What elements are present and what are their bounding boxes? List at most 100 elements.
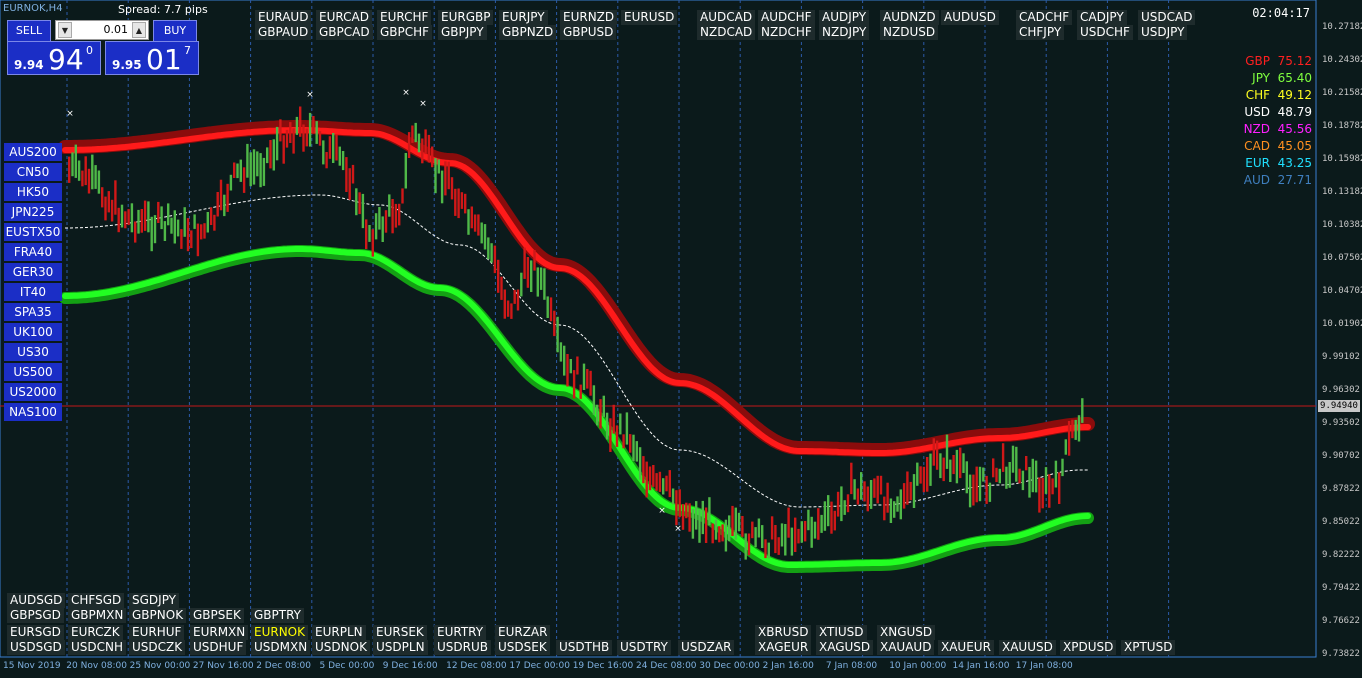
symbol-button-eurtry[interactable]: EURTRY	[434, 625, 487, 640]
price-bar	[176, 219, 180, 237]
price-chart[interactable]: × × × × × ×	[0, 0, 1362, 678]
index-button-jpn225[interactable]: JPN225	[4, 203, 62, 221]
symbol-button-eursgd[interactable]: EURSGD	[7, 625, 64, 640]
price-bar	[662, 478, 665, 495]
index-button-spa35[interactable]: SPA35	[4, 303, 62, 321]
symbol-button-eurnok[interactable]: EURNOK	[251, 625, 308, 640]
symbol-button-gbpnok[interactable]: GBPNOK	[129, 608, 187, 623]
symbol-button-usdnok[interactable]: USDNOK	[312, 640, 370, 655]
symbol-button-usdzar[interactable]: USDZAR	[678, 640, 735, 655]
lot-size-stepper[interactable]: ▼ 0.01 ▲	[55, 20, 149, 40]
symbol-button-audsgd[interactable]: AUDSGD	[7, 593, 66, 608]
symbol-button-xauaud[interactable]: XAUAUD	[877, 640, 935, 655]
buy-button[interactable]: BUY	[153, 20, 197, 42]
symbol-button-usdthb[interactable]: USDTHB	[556, 640, 613, 655]
index-button-it40[interactable]: IT40	[4, 283, 62, 301]
price-axis-label: 10.01902	[1322, 319, 1362, 329]
symbol-button-eurcad[interactable]: EURCAD	[316, 10, 372, 25]
symbol-button-xagusd[interactable]: XAGUSD	[816, 640, 874, 655]
symbol-button-euraud[interactable]: EURAUD	[255, 10, 312, 25]
symbol-button-gbpjpy[interactable]: GBPJPY	[438, 25, 487, 40]
symbol-button-gbpusd[interactable]: GBPUSD	[560, 25, 617, 40]
symbol-button-nzdjpy[interactable]: NZDJPY	[819, 25, 870, 40]
symbol-button-gbpchf[interactable]: GBPCHF	[377, 25, 433, 40]
index-button-nas100[interactable]: NAS100	[4, 403, 62, 421]
symbol-button-eurjpy[interactable]: EURJPY	[499, 10, 548, 25]
lot-decrease-button[interactable]: ▼	[58, 22, 72, 38]
index-button-fra40[interactable]: FRA40	[4, 243, 62, 261]
symbol-button-audjpy[interactable]: AUDJPY	[819, 10, 870, 25]
symbol-button-gbpcad[interactable]: GBPCAD	[316, 25, 373, 40]
symbol-button-chfjpy[interactable]: CHFJPY	[1016, 25, 1065, 40]
symbol-button-eurmxn[interactable]: EURMXN	[190, 625, 249, 640]
symbol-button-usdsek[interactable]: USDSEK	[495, 640, 550, 655]
symbol-button-usdcnh[interactable]: USDCNH	[68, 640, 127, 655]
symbol-button-xtiusd[interactable]: XTIUSD	[816, 625, 867, 640]
symbol-button-xauusd[interactable]: XAUUSD	[999, 640, 1056, 655]
bid-price[interactable]: 9.94 94 0	[7, 41, 101, 76]
symbol-button-usdsgd[interactable]: USDSGD	[7, 640, 65, 655]
index-button-us500[interactable]: US500	[4, 363, 62, 381]
price-bar	[688, 503, 691, 532]
symbol-button-usdpln[interactable]: USDPLN	[373, 640, 428, 655]
symbol-button-usdcad[interactable]: USDCAD	[1138, 10, 1196, 25]
symbol-button-xageur[interactable]: XAGEUR	[755, 640, 812, 655]
symbol-button-gbpsgd[interactable]: GBPSGD	[7, 608, 64, 623]
index-button-hk50[interactable]: HK50	[4, 183, 62, 201]
symbol-button-cadjpy[interactable]: CADJPY	[1077, 10, 1127, 25]
price-bar	[74, 144, 77, 178]
symbol-button-sgdjpy[interactable]: SGDJPY	[129, 593, 179, 608]
symbol-button-usdjpy[interactable]: USDJPY	[1138, 25, 1188, 40]
index-button-us30[interactable]: US30	[4, 343, 62, 361]
symbol-button-audchf[interactable]: AUDCHF	[758, 10, 815, 25]
price-bar	[1067, 421, 1071, 456]
ask-price[interactable]: 9.95 01 7	[105, 41, 199, 76]
symbol-button-xpdusd[interactable]: XPDUSD	[1060, 640, 1117, 655]
symbol-button-audusd[interactable]: AUDUSD	[941, 10, 999, 25]
symbol-button-chfsgd[interactable]: CHFSGD	[68, 593, 125, 608]
lot-size-input[interactable]: 0.01	[76, 23, 129, 36]
symbol-button-eurnzd[interactable]: EURNZD	[560, 10, 618, 25]
symbol-button-eurgbp[interactable]: EURGBP	[438, 10, 494, 25]
sell-button[interactable]: SELL	[7, 20, 51, 42]
symbol-button-gbptry[interactable]: GBPTRY	[251, 608, 304, 623]
symbol-button-usdrub[interactable]: USDRUB	[434, 640, 491, 655]
symbol-button-audcad[interactable]: AUDCAD	[697, 10, 756, 25]
index-button-us2000[interactable]: US2000	[4, 383, 62, 401]
price-bar	[916, 462, 919, 486]
index-button-cn50[interactable]: CN50	[4, 163, 62, 181]
price-bar	[747, 533, 751, 556]
symbol-button-xptusd[interactable]: XPTUSD	[1121, 640, 1176, 655]
index-button-uk100[interactable]: UK100	[4, 323, 62, 341]
price-bar	[678, 489, 681, 518]
symbol-button-usdhuf[interactable]: USDHUF	[190, 640, 247, 655]
symbol-button-audnzd[interactable]: AUDNZD	[880, 10, 939, 25]
symbol-button-eursek[interactable]: EURSEK	[373, 625, 427, 640]
price-bar	[952, 455, 955, 475]
symbol-button-xaueur[interactable]: XAUEUR	[938, 640, 994, 655]
symbol-button-eurusd[interactable]: EURUSD	[621, 10, 678, 25]
symbol-button-nzdchf[interactable]: NZDCHF	[758, 25, 815, 40]
symbol-button-xbrusd[interactable]: XBRUSD	[755, 625, 812, 640]
symbol-button-xngusd[interactable]: XNGUSD	[877, 625, 936, 640]
symbol-button-usdchf[interactable]: USDCHF	[1077, 25, 1133, 40]
symbol-button-eurpln[interactable]: EURPLN	[312, 625, 366, 640]
symbol-button-usdmxn[interactable]: USDMXN	[251, 640, 311, 655]
index-button-ger30[interactable]: GER30	[4, 263, 62, 281]
symbol-button-eurchf[interactable]: EURCHF	[377, 10, 432, 25]
symbol-button-gbpaud[interactable]: GBPAUD	[255, 25, 312, 40]
symbol-button-gbpmxn[interactable]: GBPMXN	[68, 608, 127, 623]
symbol-button-cadchf[interactable]: CADCHF	[1016, 10, 1073, 25]
symbol-button-nzdcad[interactable]: NZDCAD	[697, 25, 756, 40]
symbol-button-usdczk[interactable]: USDCZK	[129, 640, 186, 655]
symbol-button-nzdusd[interactable]: NZDUSD	[880, 25, 939, 40]
symbol-button-gbpsek[interactable]: GBPSEK	[190, 608, 244, 623]
symbol-button-eurhuf[interactable]: EURHUF	[129, 625, 185, 640]
symbol-button-eurczk[interactable]: EURCZK	[68, 625, 123, 640]
symbol-button-usdtry[interactable]: USDTRY	[617, 640, 671, 655]
symbol-button-gbpnzd[interactable]: GBPNZD	[499, 25, 557, 40]
symbol-button-eurzar[interactable]: EURZAR	[495, 625, 551, 640]
index-button-aus200[interactable]: AUS200	[4, 143, 62, 161]
lot-increase-button[interactable]: ▲	[132, 22, 146, 38]
index-button-eustx50[interactable]: EUSTX50	[4, 223, 62, 241]
